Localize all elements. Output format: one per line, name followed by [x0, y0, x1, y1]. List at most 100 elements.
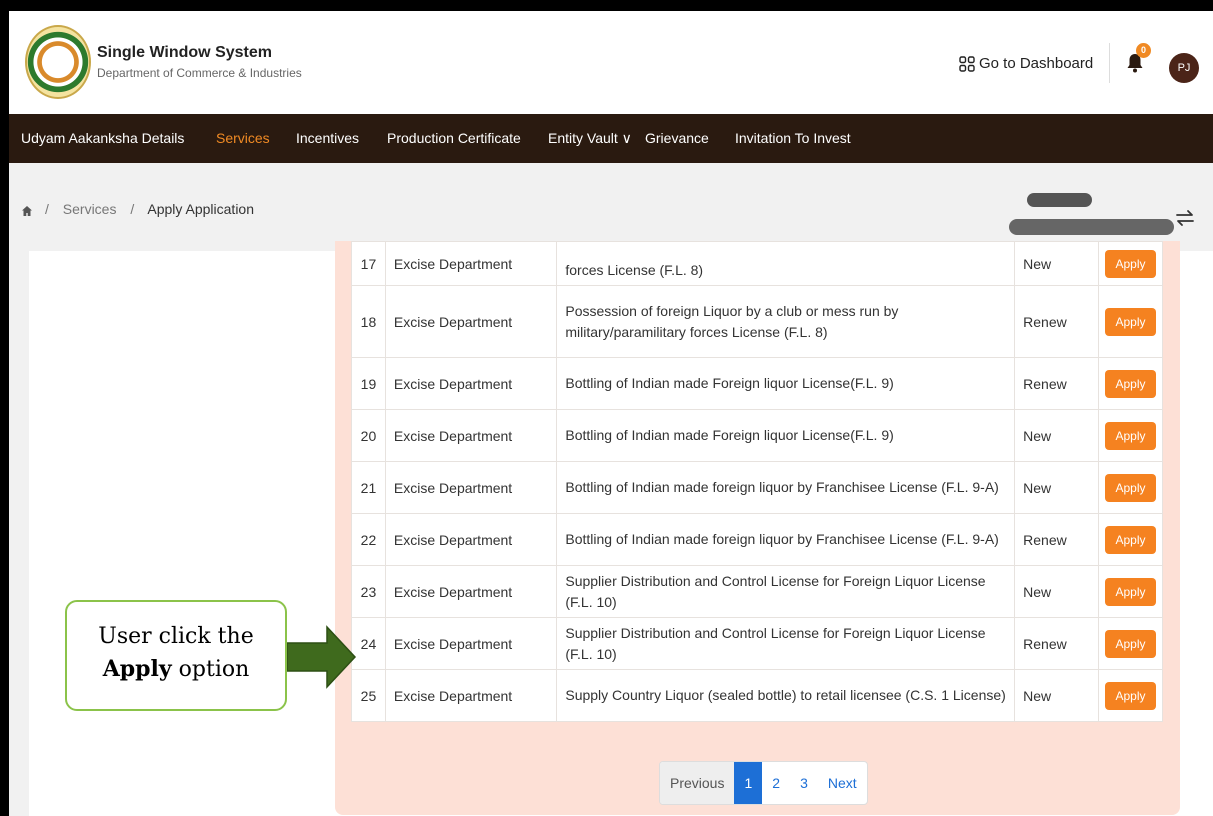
- row-number: 20: [351, 409, 386, 462]
- callout-line-2: option: [171, 657, 250, 682]
- dashboard-label: Go to Dashboard: [979, 55, 1094, 72]
- apply-button[interactable]: Apply: [1105, 369, 1156, 398]
- nav-grievance[interactable]: Grievance: [645, 130, 709, 146]
- go-to-dashboard-button[interactable]: Go to Dashboard: [959, 55, 1093, 72]
- pagination: Previous 1 2 3 Next: [659, 761, 868, 805]
- table-row: 21 Excise Department Bottling of Indian ma…: [351, 461, 1164, 514]
- apply-button[interactable]: Apply: [1105, 629, 1156, 658]
- nav-entity-vault[interactable]: Entity Vault ∨: [548, 130, 632, 147]
- redacted-user-name: [1027, 193, 1092, 207]
- swap-icon[interactable]: [1174, 205, 1196, 231]
- action-cell: Apply: [1097, 357, 1164, 410]
- service-name-cell: Bottling of Indian made foreign liquor b…: [556, 461, 1016, 514]
- department-cell: Excise Department: [384, 513, 558, 566]
- department-cell: Excise Department: [384, 357, 558, 410]
- service-name-cell: Supply Country Liquor (sealed bottle) to…: [556, 669, 1016, 722]
- service-name-cell: Bottling of Indian made Foreign liquor L…: [556, 357, 1016, 410]
- application-type-cell: Renew: [1014, 285, 1099, 358]
- callout-line-1: User click the: [98, 624, 254, 649]
- services-table: 17 Excise Department forces License (F.L. …: [351, 241, 1164, 722]
- table-row: 19 Excise Department Bottling of Indian ma…: [351, 357, 1164, 410]
- nav-udyam-aakanksha-details[interactable]: Udyam Aakanksha Details: [21, 130, 184, 146]
- department-cell: Excise Department: [384, 617, 558, 670]
- department-cell: Excise Department: [384, 669, 558, 722]
- home-icon[interactable]: [21, 205, 33, 217]
- redacted-user-id: [1009, 219, 1174, 235]
- action-cell: Apply: [1097, 513, 1164, 566]
- main-content: 17 Excise Department forces License (F.L. …: [29, 241, 1213, 816]
- breadcrumb-services[interactable]: Services: [63, 201, 117, 217]
- application-type-cell: New: [1014, 461, 1099, 514]
- application-type-cell: New: [1014, 565, 1099, 618]
- header-divider: [1109, 43, 1110, 83]
- arrow-right-icon: [287, 625, 357, 689]
- service-name-cell: Possession of foreign Liquor by a club o…: [556, 285, 1016, 358]
- nav-services[interactable]: Services: [216, 130, 270, 146]
- grid-icon: [959, 55, 975, 72]
- apply-button[interactable]: Apply: [1105, 525, 1156, 554]
- application-type-cell: New: [1014, 241, 1099, 286]
- nav-production-certificate[interactable]: Production Certificate: [387, 130, 521, 146]
- page-1-button[interactable]: 1: [734, 762, 763, 804]
- department-cell: Excise Department: [384, 241, 558, 286]
- application-type-cell: New: [1014, 669, 1099, 722]
- breadcrumb-current: Apply Application: [147, 201, 255, 217]
- row-number: 19: [351, 357, 386, 410]
- next-page-button[interactable]: Next: [818, 762, 867, 804]
- row-number: 17: [351, 241, 386, 286]
- table-row: 25 Excise Department Supply Country Liquor…: [351, 669, 1164, 722]
- action-cell: Apply: [1097, 285, 1164, 358]
- nav-invitation-to-invest[interactable]: Invitation To Invest: [735, 130, 851, 146]
- apply-button[interactable]: Apply: [1105, 421, 1156, 450]
- table-row: 17 Excise Department forces License (F.L. …: [351, 241, 1164, 286]
- breadcrumb: / Services / Apply Application: [45, 201, 255, 217]
- action-cell: Apply: [1097, 461, 1164, 514]
- breadcrumb-bar: / Services / Apply Application: [9, 163, 1213, 251]
- action-cell: Apply: [1097, 617, 1164, 670]
- row-number: 22: [351, 513, 386, 566]
- application-type-cell: New: [1014, 409, 1099, 462]
- action-cell: Apply: [1097, 565, 1164, 618]
- page-2-button[interactable]: 2: [762, 762, 790, 804]
- service-name-cell: forces License (F.L. 8): [556, 241, 1016, 286]
- application-type-cell: Renew: [1014, 513, 1099, 566]
- app-subtitle: Department of Commerce & Industries: [97, 66, 302, 80]
- services-panel: 17 Excise Department forces License (F.L. …: [335, 241, 1180, 815]
- instruction-callout: User click the Apply option: [65, 600, 287, 711]
- row-number: 23: [351, 565, 386, 618]
- department-cell: Excise Department: [384, 461, 558, 514]
- service-name-cell: Supplier Distribution and Control Licens…: [556, 565, 1016, 618]
- apply-button[interactable]: Apply: [1105, 307, 1156, 336]
- nav-incentives[interactable]: Incentives: [296, 130, 359, 146]
- avatar[interactable]: PJ: [1169, 53, 1199, 83]
- notification-badge: 0: [1136, 43, 1151, 58]
- page-3-button[interactable]: 3: [790, 762, 818, 804]
- action-cell: Apply: [1097, 669, 1164, 722]
- application-type-cell: Renew: [1014, 357, 1099, 410]
- application-type-cell: Renew: [1014, 617, 1099, 670]
- department-cell: Excise Department: [384, 409, 558, 462]
- apply-button[interactable]: Apply: [1105, 681, 1156, 710]
- table-row: 24 Excise Department Supplier Distribution…: [351, 617, 1164, 670]
- action-cell: Apply: [1097, 409, 1164, 462]
- service-name-cell: Supplier Distribution and Control Licens…: [556, 617, 1016, 670]
- app-title: Single Window System: [97, 44, 272, 61]
- previous-page-button[interactable]: Previous: [660, 762, 735, 804]
- service-name-cell: Bottling of Indian made foreign liquor b…: [556, 513, 1016, 566]
- table-row: 18 Excise Department Possession of foreign…: [351, 285, 1164, 358]
- main-nav: Udyam Aakanksha Details Services Incenti…: [9, 114, 1213, 163]
- department-cell: Excise Department: [384, 285, 558, 358]
- app-window: Single Window System Department of Comme…: [9, 11, 1213, 816]
- apply-button[interactable]: Apply: [1105, 473, 1156, 502]
- table-row: 23 Excise Department Supplier Distribution…: [351, 565, 1164, 618]
- table-row: 22 Excise Department Bottling of Indian ma…: [351, 513, 1164, 566]
- row-number: 21: [351, 461, 386, 514]
- row-number: 18: [351, 285, 386, 358]
- table-row: 20 Excise Department Bottling of Indian ma…: [351, 409, 1164, 462]
- apply-button[interactable]: Apply: [1105, 577, 1156, 606]
- header: Single Window System Department of Comme…: [9, 11, 1213, 114]
- apply-button[interactable]: Apply: [1105, 249, 1156, 278]
- callout-bold-word: Apply: [102, 656, 172, 682]
- action-cell: Apply: [1097, 241, 1164, 286]
- emblem-logo: [25, 25, 91, 99]
